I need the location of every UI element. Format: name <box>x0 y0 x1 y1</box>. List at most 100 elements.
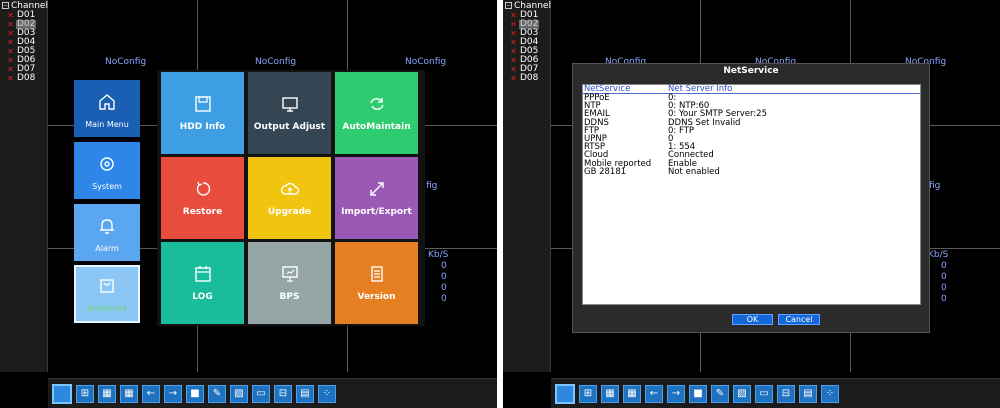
dialog-title: NetService <box>723 66 779 76</box>
channel-title: Channel <box>11 0 48 11</box>
collapse-icon[interactable]: − <box>2 2 9 9</box>
list-row[interactable]: PPPoE 0: <box>583 94 920 103</box>
bitrate-value: 0 <box>441 261 447 271</box>
bell-icon <box>100 219 114 234</box>
list-row[interactable]: Mobile reported Enable <box>583 159 920 168</box>
nine-view-icon[interactable]: ▦ <box>98 384 116 403</box>
bitrate-value: 0 <box>941 272 947 282</box>
network-icon[interactable]: ⊟ <box>777 384 795 403</box>
bitrate-value: 0 <box>941 294 947 304</box>
network-icon[interactable]: ⊟ <box>274 384 292 403</box>
menu-system[interactable]: System <box>74 142 140 199</box>
bitrate-value: 0 <box>941 261 947 271</box>
menu-main-menu[interactable]: Main Menu <box>74 80 140 137</box>
gear-icon <box>100 157 114 171</box>
sixteen-view-icon[interactable]: ▦ <box>623 384 641 403</box>
nine-view-icon[interactable]: ▦ <box>601 384 619 403</box>
bag-icon <box>100 279 114 293</box>
tile-upgrade[interactable]: Upgrade <box>248 157 331 239</box>
taskbar: ⊞ ▦ ▦ ← → ■ ✎ ▨ ▭ ⊟ ▤ ⁘ <box>551 378 1000 408</box>
disconnected-icon: ✕ <box>7 38 14 47</box>
restore-icon <box>196 181 210 196</box>
bitrate-value: 0 <box>441 283 447 293</box>
disconnected-icon: ✕ <box>7 56 14 65</box>
prev-arrow-icon[interactable]: ← <box>142 384 160 403</box>
list-row[interactable]: FTP 0: FTP <box>583 126 920 135</box>
disconnected-icon: ✕ <box>510 65 517 74</box>
document-icon <box>370 266 383 282</box>
disconnected-icon: ✕ <box>7 65 14 74</box>
channel-title: Channel <box>514 0 551 11</box>
noconfig-partial: fig <box>929 181 941 191</box>
list-row[interactable]: UPNP 0 <box>583 135 920 144</box>
bitrate-value: 0 <box>441 272 447 282</box>
monitor-icon[interactable]: ▭ <box>755 384 773 403</box>
settings-grid-icon[interactable]: ⁘ <box>318 384 336 403</box>
disconnected-icon: ✕ <box>510 56 517 65</box>
calendar-icon <box>194 266 211 282</box>
taskbar: ⊞ ▦ ▦ ← → ■ ✎ ▨ ▭ ⊟ ▤ ⁘ <box>48 378 497 408</box>
quad-view-icon[interactable]: ⊞ <box>579 384 597 403</box>
noconfig-label: NoConfig <box>105 57 147 67</box>
list-row[interactable]: EMAIL 0: Your SMTP Server:25 <box>583 110 920 119</box>
menu-alarm[interactable]: Alarm <box>74 204 140 261</box>
sixteen-view-icon[interactable]: ▦ <box>120 384 138 403</box>
bitrate-label: Kb/S <box>928 250 949 260</box>
bitrate-value: 0 <box>441 294 447 304</box>
disk-icon <box>194 96 211 112</box>
disconnected-icon: ✕ <box>7 47 14 56</box>
record-icon[interactable]: ■ <box>689 384 707 403</box>
single-view-icon[interactable] <box>52 383 72 404</box>
tool-icon[interactable]: ✎ <box>208 384 226 403</box>
netservice-list: NetService Net Server Info PPPoE 0: NTP 0:… <box>582 84 921 305</box>
disconnected-icon: ✕ <box>7 29 14 38</box>
tile-automaintain[interactable]: AutoMaintain <box>335 72 418 154</box>
tile-hdd-info[interactable]: HDD Info <box>161 72 244 154</box>
list-row[interactable]: GB 28181 Not enabled <box>583 167 920 176</box>
list-row[interactable]: DDNS DDNS Set Invalid <box>583 118 920 127</box>
tile-import-export[interactable]: Import/Export <box>335 157 418 239</box>
storage-icon[interactable]: ▤ <box>799 384 817 403</box>
channel-item-d08[interactable]: ✕ D08 <box>503 74 550 84</box>
disconnected-icon: ✕ <box>510 20 517 29</box>
picture-icon[interactable]: ▨ <box>733 384 751 403</box>
bitrate-label: Kb/S <box>428 250 449 260</box>
bitrate-value: 0 <box>941 283 947 293</box>
quad-view-icon[interactable]: ⊞ <box>76 384 94 403</box>
settings-grid-icon[interactable]: ⁘ <box>821 384 839 403</box>
record-icon[interactable]: ■ <box>186 384 204 403</box>
menu-advanced[interactable]: Advanced <box>74 265 140 323</box>
noconfig-partial: fig <box>426 181 438 191</box>
tool-icon[interactable]: ✎ <box>711 384 729 403</box>
tile-output-adjust[interactable]: Output Adjust <box>248 72 331 154</box>
cloud-upload-icon <box>280 182 299 195</box>
disconnected-icon: ✕ <box>510 29 517 38</box>
disconnected-icon: ✕ <box>7 20 14 29</box>
cancel-button[interactable]: Cancel <box>778 314 820 325</box>
netservice-dialog: NetService NetService Net Server Info PP… <box>572 63 930 333</box>
noconfig-label: NoConfig <box>405 57 447 67</box>
next-arrow-icon[interactable]: → <box>164 384 182 403</box>
list-row[interactable]: RTSP 1: 554 <box>583 143 920 152</box>
tile-bps[interactable]: BPS <box>248 242 331 324</box>
channel-item-d08[interactable]: ✕ D08 <box>0 74 47 84</box>
disconnected-icon: ✕ <box>510 74 517 83</box>
disconnected-icon: ✕ <box>7 11 14 20</box>
collapse-icon[interactable]: − <box>505 2 512 9</box>
list-header: NetService Net Server Info <box>583 85 920 94</box>
prev-arrow-icon[interactable]: ← <box>645 384 663 403</box>
picture-icon[interactable]: ▨ <box>230 384 248 403</box>
ok-button[interactable]: OK <box>732 314 773 325</box>
monitor-icon[interactable]: ▭ <box>252 384 270 403</box>
next-arrow-icon[interactable]: → <box>667 384 685 403</box>
column-header-info: Net Server Info <box>668 84 733 94</box>
disconnected-icon: ✕ <box>510 38 517 47</box>
tile-log[interactable]: LOG <box>161 242 244 324</box>
column-header-service: NetService <box>584 84 631 94</box>
expand-arrows-icon <box>369 182 384 196</box>
single-view-icon[interactable] <box>555 383 575 404</box>
tile-version[interactable]: Version <box>335 242 418 324</box>
presentation-icon <box>281 266 298 282</box>
tile-restore[interactable]: Restore <box>161 157 244 239</box>
storage-icon[interactable]: ▤ <box>296 384 314 403</box>
